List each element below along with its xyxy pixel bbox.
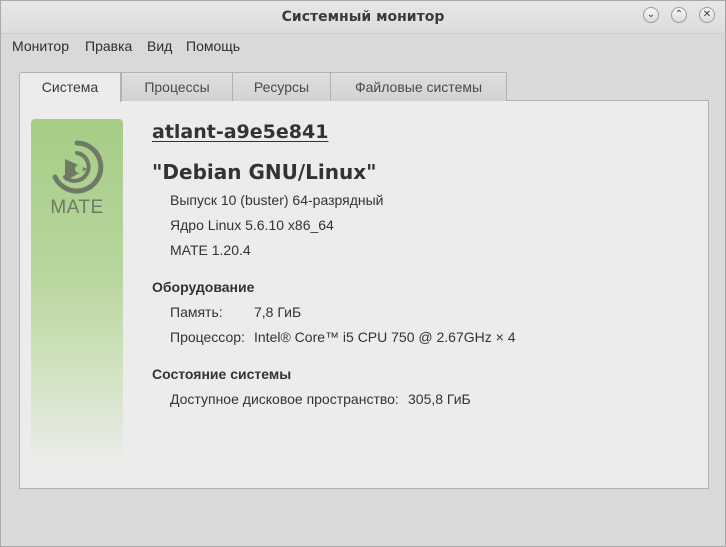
title-bar[interactable]: Системный монитор ⌄ ⌃ ✕ xyxy=(1,1,725,34)
memory-value: 7,8 ГиБ xyxy=(254,304,302,320)
menu-edit[interactable]: Правка xyxy=(85,38,132,54)
mate-logo-icon xyxy=(49,139,105,199)
system-status-heading: Состояние системы xyxy=(152,366,292,382)
cpu-value: Intel® Core™ i5 CPU 750 @ 2.67GHz × 4 xyxy=(254,329,516,345)
tab-system[interactable]: Система xyxy=(19,72,121,102)
cpu-label: Процессор: xyxy=(170,329,245,345)
menu-help[interactable]: Помощь xyxy=(186,38,240,54)
disk-space-label: Доступное дисковое пространство: xyxy=(170,391,399,407)
system-monitor-window: Системный монитор ⌄ ⌃ ✕ Монитор Правка В… xyxy=(0,0,726,547)
tab-panel: MATE atlant-a9e5e841 "Debian GNU/Linux" … xyxy=(19,100,709,489)
menu-monitor[interactable]: Монитор xyxy=(12,38,69,54)
mate-logo-text: MATE xyxy=(50,197,104,218)
disk-space-value: 305,8 ГиБ xyxy=(408,391,471,407)
close-button[interactable]: ✕ xyxy=(699,7,715,23)
kernel-info: Ядро Linux 5.6.10 x86_64 xyxy=(170,217,334,233)
memory-label: Память: xyxy=(170,304,223,320)
release-info: Выпуск 10 (buster) 64-разрядный xyxy=(170,192,384,208)
maximize-button[interactable]: ⌃ xyxy=(671,7,687,23)
minimize-button[interactable]: ⌄ xyxy=(643,7,659,23)
tab-resources[interactable]: Ресурсы xyxy=(232,72,331,101)
window-title: Системный монитор xyxy=(281,9,445,25)
tab-processes[interactable]: Процессы xyxy=(121,72,233,101)
menu-bar: Монитор Правка Вид Помощь xyxy=(1,34,725,58)
desktop-version: MATE 1.20.4 xyxy=(170,242,251,258)
hardware-heading: Оборудование xyxy=(152,279,255,295)
distro-name: "Debian GNU/Linux" xyxy=(152,160,377,184)
tab-filesystems[interactable]: Файловые системы xyxy=(330,72,507,101)
distro-banner: MATE xyxy=(31,119,123,465)
menu-view[interactable]: Вид xyxy=(147,38,172,54)
hostname[interactable]: atlant-a9e5e841 xyxy=(152,121,328,143)
